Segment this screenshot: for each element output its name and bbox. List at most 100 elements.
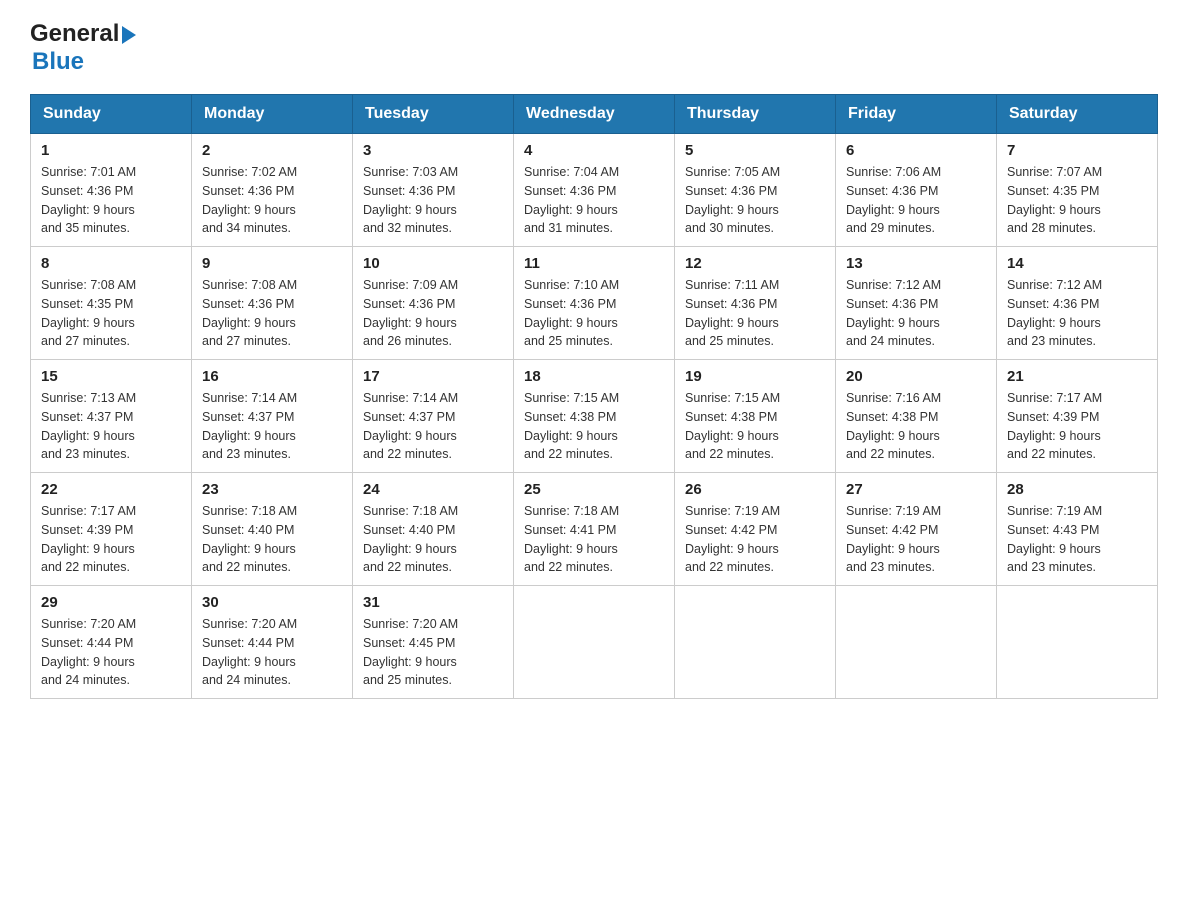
day-header-sunday: Sunday bbox=[31, 95, 192, 134]
day-info: Sunrise: 7:03 AMSunset: 4:36 PMDaylight:… bbox=[363, 163, 503, 238]
day-header-friday: Friday bbox=[836, 95, 997, 134]
day-number: 10 bbox=[363, 255, 503, 272]
day-cell bbox=[514, 586, 675, 699]
day-cell: 28Sunrise: 7:19 AMSunset: 4:43 PMDayligh… bbox=[997, 473, 1158, 586]
week-row-5: 29 Sunrise: 7:20 AMSunset: 4:44 PMDayligh… bbox=[31, 586, 1158, 699]
day-cell: 8 Sunrise: 7:08 AMSunset: 4:35 PMDaylight… bbox=[31, 247, 192, 360]
day-cell: 2 Sunrise: 7:02 AMSunset: 4:36 PMDaylight… bbox=[192, 134, 353, 247]
day-info: Sunrise: 7:05 AMSunset: 4:36 PMDaylight:… bbox=[685, 163, 825, 238]
day-cell: 11 Sunrise: 7:10 AMSunset: 4:36 PMDayligh… bbox=[514, 247, 675, 360]
day-cell bbox=[836, 586, 997, 699]
day-number: 29 bbox=[41, 594, 181, 611]
day-cell: 13 Sunrise: 7:12 AMSunset: 4:36 PMDayligh… bbox=[836, 247, 997, 360]
day-info: Sunrise: 7:20 AMSunset: 4:45 PMDaylight:… bbox=[363, 615, 503, 690]
day-cell: 24 Sunrise: 7:18 AMSunset: 4:40 PMDayligh… bbox=[353, 473, 514, 586]
day-info: Sunrise: 7:14 AMSunset: 4:37 PMDaylight:… bbox=[363, 389, 503, 464]
day-number: 25 bbox=[524, 481, 664, 498]
day-header-monday: Monday bbox=[192, 95, 353, 134]
day-cell bbox=[997, 586, 1158, 699]
week-row-1: 1 Sunrise: 7:01 AMSunset: 4:36 PMDaylight… bbox=[31, 134, 1158, 247]
day-info: Sunrise: 7:20 AMSunset: 4:44 PMDaylight:… bbox=[41, 615, 181, 690]
day-info: Sunrise: 7:10 AMSunset: 4:36 PMDaylight:… bbox=[524, 276, 664, 351]
day-info: Sunrise: 7:15 AMSunset: 4:38 PMDaylight:… bbox=[685, 389, 825, 464]
day-info: Sunrise: 7:07 AMSunset: 4:35 PMDaylight:… bbox=[1007, 163, 1147, 238]
day-cell: 9 Sunrise: 7:08 AMSunset: 4:36 PMDaylight… bbox=[192, 247, 353, 360]
day-number: 31 bbox=[363, 594, 503, 611]
day-number: 24 bbox=[363, 481, 503, 498]
day-info: Sunrise: 7:18 AMSunset: 4:40 PMDaylight:… bbox=[202, 502, 342, 577]
day-cell: 16Sunrise: 7:14 AMSunset: 4:37 PMDayligh… bbox=[192, 360, 353, 473]
day-cell bbox=[675, 586, 836, 699]
day-number: 18 bbox=[524, 368, 664, 385]
logo: General Blue bbox=[30, 20, 136, 76]
logo-blue: Blue bbox=[32, 48, 84, 75]
day-number: 1 bbox=[41, 142, 181, 159]
day-info: Sunrise: 7:18 AMSunset: 4:41 PMDaylight:… bbox=[524, 502, 664, 577]
day-cell: 7 Sunrise: 7:07 AMSunset: 4:35 PMDaylight… bbox=[997, 134, 1158, 247]
day-cell: 31 Sunrise: 7:20 AMSunset: 4:45 PMDayligh… bbox=[353, 586, 514, 699]
day-number: 15 bbox=[41, 368, 181, 385]
day-header-saturday: Saturday bbox=[997, 95, 1158, 134]
day-info: Sunrise: 7:08 AMSunset: 4:36 PMDaylight:… bbox=[202, 276, 342, 351]
day-info: Sunrise: 7:06 AMSunset: 4:36 PMDaylight:… bbox=[846, 163, 986, 238]
day-cell: 15 Sunrise: 7:13 AMSunset: 4:37 PMDayligh… bbox=[31, 360, 192, 473]
day-number: 4 bbox=[524, 142, 664, 159]
day-header-wednesday: Wednesday bbox=[514, 95, 675, 134]
day-cell: 10 Sunrise: 7:09 AMSunset: 4:36 PMDayligh… bbox=[353, 247, 514, 360]
day-info: Sunrise: 7:02 AMSunset: 4:36 PMDaylight:… bbox=[202, 163, 342, 238]
day-header-tuesday: Tuesday bbox=[353, 95, 514, 134]
day-number: 9 bbox=[202, 255, 342, 272]
day-number: 22 bbox=[41, 481, 181, 498]
day-info: Sunrise: 7:19 AMSunset: 4:42 PMDaylight:… bbox=[846, 502, 986, 577]
day-info: Sunrise: 7:19 AMSunset: 4:42 PMDaylight:… bbox=[685, 502, 825, 577]
day-cell: 21 Sunrise: 7:17 AMSunset: 4:39 PMDayligh… bbox=[997, 360, 1158, 473]
day-info: Sunrise: 7:12 AMSunset: 4:36 PMDaylight:… bbox=[1007, 276, 1147, 351]
day-info: Sunrise: 7:17 AMSunset: 4:39 PMDaylight:… bbox=[1007, 389, 1147, 464]
day-number: 27 bbox=[846, 481, 986, 498]
day-number: 14 bbox=[1007, 255, 1147, 272]
day-cell: 29 Sunrise: 7:20 AMSunset: 4:44 PMDayligh… bbox=[31, 586, 192, 699]
day-cell: 17 Sunrise: 7:14 AMSunset: 4:37 PMDayligh… bbox=[353, 360, 514, 473]
day-number: 5 bbox=[685, 142, 825, 159]
day-cell: 23 Sunrise: 7:18 AMSunset: 4:40 PMDayligh… bbox=[192, 473, 353, 586]
day-info: Sunrise: 7:15 AMSunset: 4:38 PMDaylight:… bbox=[524, 389, 664, 464]
day-number: 7 bbox=[1007, 142, 1147, 159]
calendar-table: SundayMondayTuesdayWednesdayThursdayFrid… bbox=[30, 94, 1158, 699]
day-cell: 5 Sunrise: 7:05 AMSunset: 4:36 PMDaylight… bbox=[675, 134, 836, 247]
day-info: Sunrise: 7:20 AMSunset: 4:44 PMDaylight:… bbox=[202, 615, 342, 690]
day-number: 8 bbox=[41, 255, 181, 272]
day-cell: 14 Sunrise: 7:12 AMSunset: 4:36 PMDayligh… bbox=[997, 247, 1158, 360]
days-header-row: SundayMondayTuesdayWednesdayThursdayFrid… bbox=[31, 95, 1158, 134]
day-cell: 27 Sunrise: 7:19 AMSunset: 4:42 PMDayligh… bbox=[836, 473, 997, 586]
day-number: 13 bbox=[846, 255, 986, 272]
day-info: Sunrise: 7:14 AMSunset: 4:37 PMDaylight:… bbox=[202, 389, 342, 464]
day-number: 26 bbox=[685, 481, 825, 498]
day-info: Sunrise: 7:13 AMSunset: 4:37 PMDaylight:… bbox=[41, 389, 181, 464]
day-info: Sunrise: 7:18 AMSunset: 4:40 PMDaylight:… bbox=[363, 502, 503, 577]
day-cell: 6 Sunrise: 7:06 AMSunset: 4:36 PMDaylight… bbox=[836, 134, 997, 247]
day-cell: 4Sunrise: 7:04 AMSunset: 4:36 PMDaylight… bbox=[514, 134, 675, 247]
logo-arrow-icon bbox=[122, 26, 136, 44]
day-number: 6 bbox=[846, 142, 986, 159]
day-info: Sunrise: 7:16 AMSunset: 4:38 PMDaylight:… bbox=[846, 389, 986, 464]
day-info: Sunrise: 7:12 AMSunset: 4:36 PMDaylight:… bbox=[846, 276, 986, 351]
day-info: Sunrise: 7:08 AMSunset: 4:35 PMDaylight:… bbox=[41, 276, 181, 351]
day-info: Sunrise: 7:09 AMSunset: 4:36 PMDaylight:… bbox=[363, 276, 503, 351]
day-number: 23 bbox=[202, 481, 342, 498]
logo-general: General bbox=[30, 20, 119, 48]
day-info: Sunrise: 7:19 AMSunset: 4:43 PMDaylight:… bbox=[1007, 502, 1147, 577]
day-cell: 20Sunrise: 7:16 AMSunset: 4:38 PMDayligh… bbox=[836, 360, 997, 473]
day-number: 2 bbox=[202, 142, 342, 159]
day-number: 12 bbox=[685, 255, 825, 272]
day-number: 11 bbox=[524, 255, 664, 272]
week-row-4: 22Sunrise: 7:17 AMSunset: 4:39 PMDayligh… bbox=[31, 473, 1158, 586]
page-header: General Blue bbox=[30, 20, 1158, 76]
day-number: 17 bbox=[363, 368, 503, 385]
week-row-2: 8 Sunrise: 7:08 AMSunset: 4:35 PMDaylight… bbox=[31, 247, 1158, 360]
day-info: Sunrise: 7:11 AMSunset: 4:36 PMDaylight:… bbox=[685, 276, 825, 351]
day-cell: 12 Sunrise: 7:11 AMSunset: 4:36 PMDayligh… bbox=[675, 247, 836, 360]
day-number: 30 bbox=[202, 594, 342, 611]
day-info: Sunrise: 7:01 AMSunset: 4:36 PMDaylight:… bbox=[41, 163, 181, 238]
day-number: 21 bbox=[1007, 368, 1147, 385]
day-number: 19 bbox=[685, 368, 825, 385]
